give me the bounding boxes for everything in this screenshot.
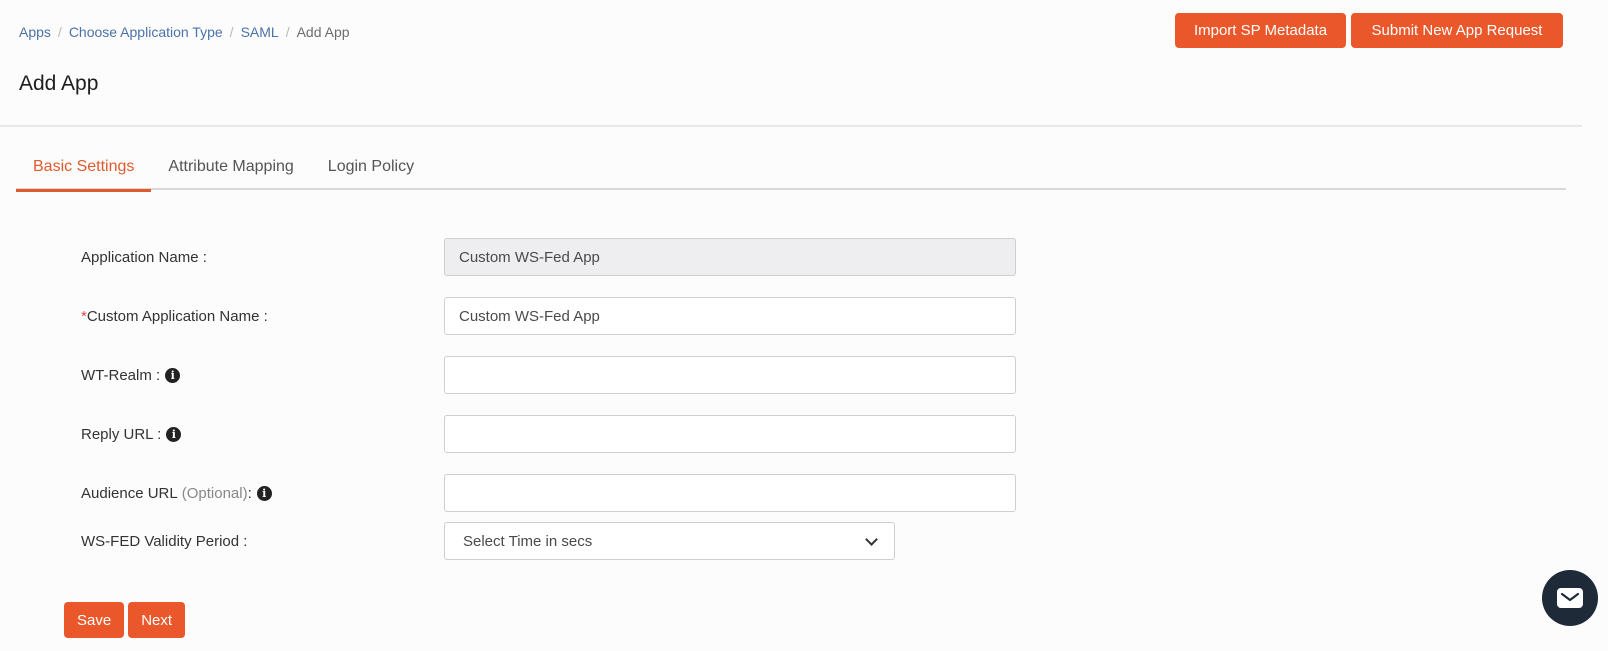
reply-url-label-text: Reply URL : <box>81 425 162 443</box>
validity-period-label: WS-FED Validity Period : <box>81 533 444 550</box>
info-circle-icon[interactable]: i <box>256 485 272 501</box>
header-divider <box>0 125 1582 127</box>
validity-period-label-text: WS-FED Validity Period : <box>81 532 248 550</box>
breadcrumb-separator: / <box>57 24 62 40</box>
optional-hint: (Optional) <box>181 484 248 502</box>
chevron-down-icon <box>865 532 878 546</box>
breadcrumb-apps[interactable]: Apps <box>19 24 51 40</box>
validity-period-selected: Select Time in secs <box>463 532 593 550</box>
audience-url-input[interactable] <box>444 474 1016 512</box>
header-actions: Import SP Metadata Submit New App Reques… <box>1175 13 1563 48</box>
next-button[interactable]: Next <box>128 602 186 638</box>
validity-period-row: WS-FED Validity Period : Select Time in … <box>81 522 895 560</box>
reply-url-label: Reply URL : i <box>81 426 444 443</box>
custom-application-name-row: * Custom Application Name : <box>81 297 1016 335</box>
breadcrumb-separator: / <box>229 24 234 40</box>
application-name-label-text: Application Name : <box>81 248 207 266</box>
breadcrumb-choose-application-type[interactable]: Choose Application Type <box>69 24 223 40</box>
audience-url-label: Audience URL (Optional) : i <box>81 485 444 502</box>
import-sp-metadata-button[interactable]: Import SP Metadata <box>1175 13 1346 48</box>
custom-application-name-label-text: Custom Application Name : <box>86 307 268 325</box>
info-circle-icon[interactable]: i <box>165 367 181 383</box>
tab-basic-settings[interactable]: Basic Settings <box>16 150 152 192</box>
mail-icon <box>1557 588 1583 608</box>
label-colon: : <box>247 484 252 502</box>
wt-realm-input[interactable] <box>444 356 1016 394</box>
application-name-row: Application Name : <box>81 238 1016 276</box>
custom-application-name-label: * Custom Application Name : <box>81 308 444 325</box>
audience-url-row: Audience URL (Optional) : i <box>81 474 1016 512</box>
reply-url-input[interactable] <box>444 415 1016 453</box>
custom-application-name-input[interactable] <box>444 297 1016 335</box>
application-name-input <box>444 238 1016 276</box>
validity-period-select[interactable]: Select Time in secs <box>444 522 895 560</box>
form-actions: Save Next <box>64 602 186 638</box>
wt-realm-label: WT-Realm : i <box>81 367 444 384</box>
breadcrumb-separator: / <box>285 24 290 40</box>
save-button[interactable]: Save <box>64 602 125 638</box>
tab-login-policy[interactable]: Login Policy <box>311 150 431 190</box>
info-circle-icon[interactable]: i <box>166 426 182 442</box>
tab-bar: Basic Settings Attribute Mapping Login P… <box>16 150 1566 192</box>
submit-new-app-request-button[interactable]: Submit New App Request <box>1351 13 1563 48</box>
wt-realm-label-text: WT-Realm : <box>81 366 161 384</box>
application-name-label: Application Name : <box>81 249 444 266</box>
wt-realm-row: WT-Realm : i <box>81 356 1016 394</box>
reply-url-row: Reply URL : i <box>81 415 1016 453</box>
breadcrumb-saml[interactable]: SAML <box>241 24 279 40</box>
audience-url-label-text: Audience URL <box>81 484 178 502</box>
breadcrumb-current: Add App <box>296 24 350 40</box>
breadcrumb: Apps / Choose Application Type / SAML / … <box>19 24 350 40</box>
support-chat-button[interactable] <box>1542 570 1598 626</box>
tab-attribute-mapping[interactable]: Attribute Mapping <box>151 150 310 190</box>
page-title: Add App <box>19 72 99 95</box>
